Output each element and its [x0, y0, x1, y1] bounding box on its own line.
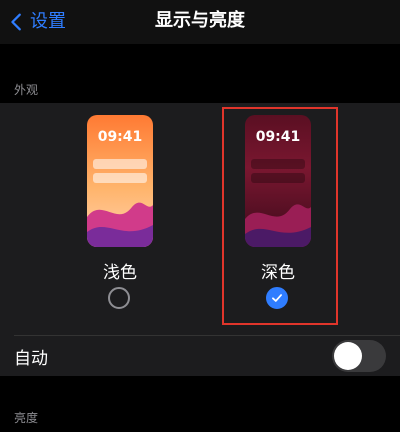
automatic-label: 自动	[14, 348, 48, 369]
navigation-bar: 设置 显示与亮度	[0, 0, 400, 44]
toggle-knob	[334, 342, 362, 370]
selection-highlight-outline	[222, 107, 338, 325]
automatic-row: 自动	[0, 336, 400, 376]
appearance-section-header: 外观	[14, 83, 39, 97]
automatic-toggle[interactable]	[332, 340, 386, 372]
light-mode-label: 浅色	[103, 263, 137, 283]
light-mode-preview: 09:41	[87, 115, 153, 247]
light-mode-radio[interactable]	[108, 287, 130, 309]
appearance-option-light[interactable]: 09:41 浅色	[75, 103, 165, 333]
appearance-panel: 09:41 浅色 09:41 深色 自动	[0, 103, 400, 376]
page-title: 显示与亮度	[155, 10, 245, 31]
wallpaper-wave-graphic	[87, 202, 153, 247]
preview-widget	[93, 173, 147, 183]
brightness-section-header: 亮度	[14, 411, 39, 425]
preview-widget	[93, 159, 147, 169]
preview-time: 09:41	[97, 129, 143, 145]
